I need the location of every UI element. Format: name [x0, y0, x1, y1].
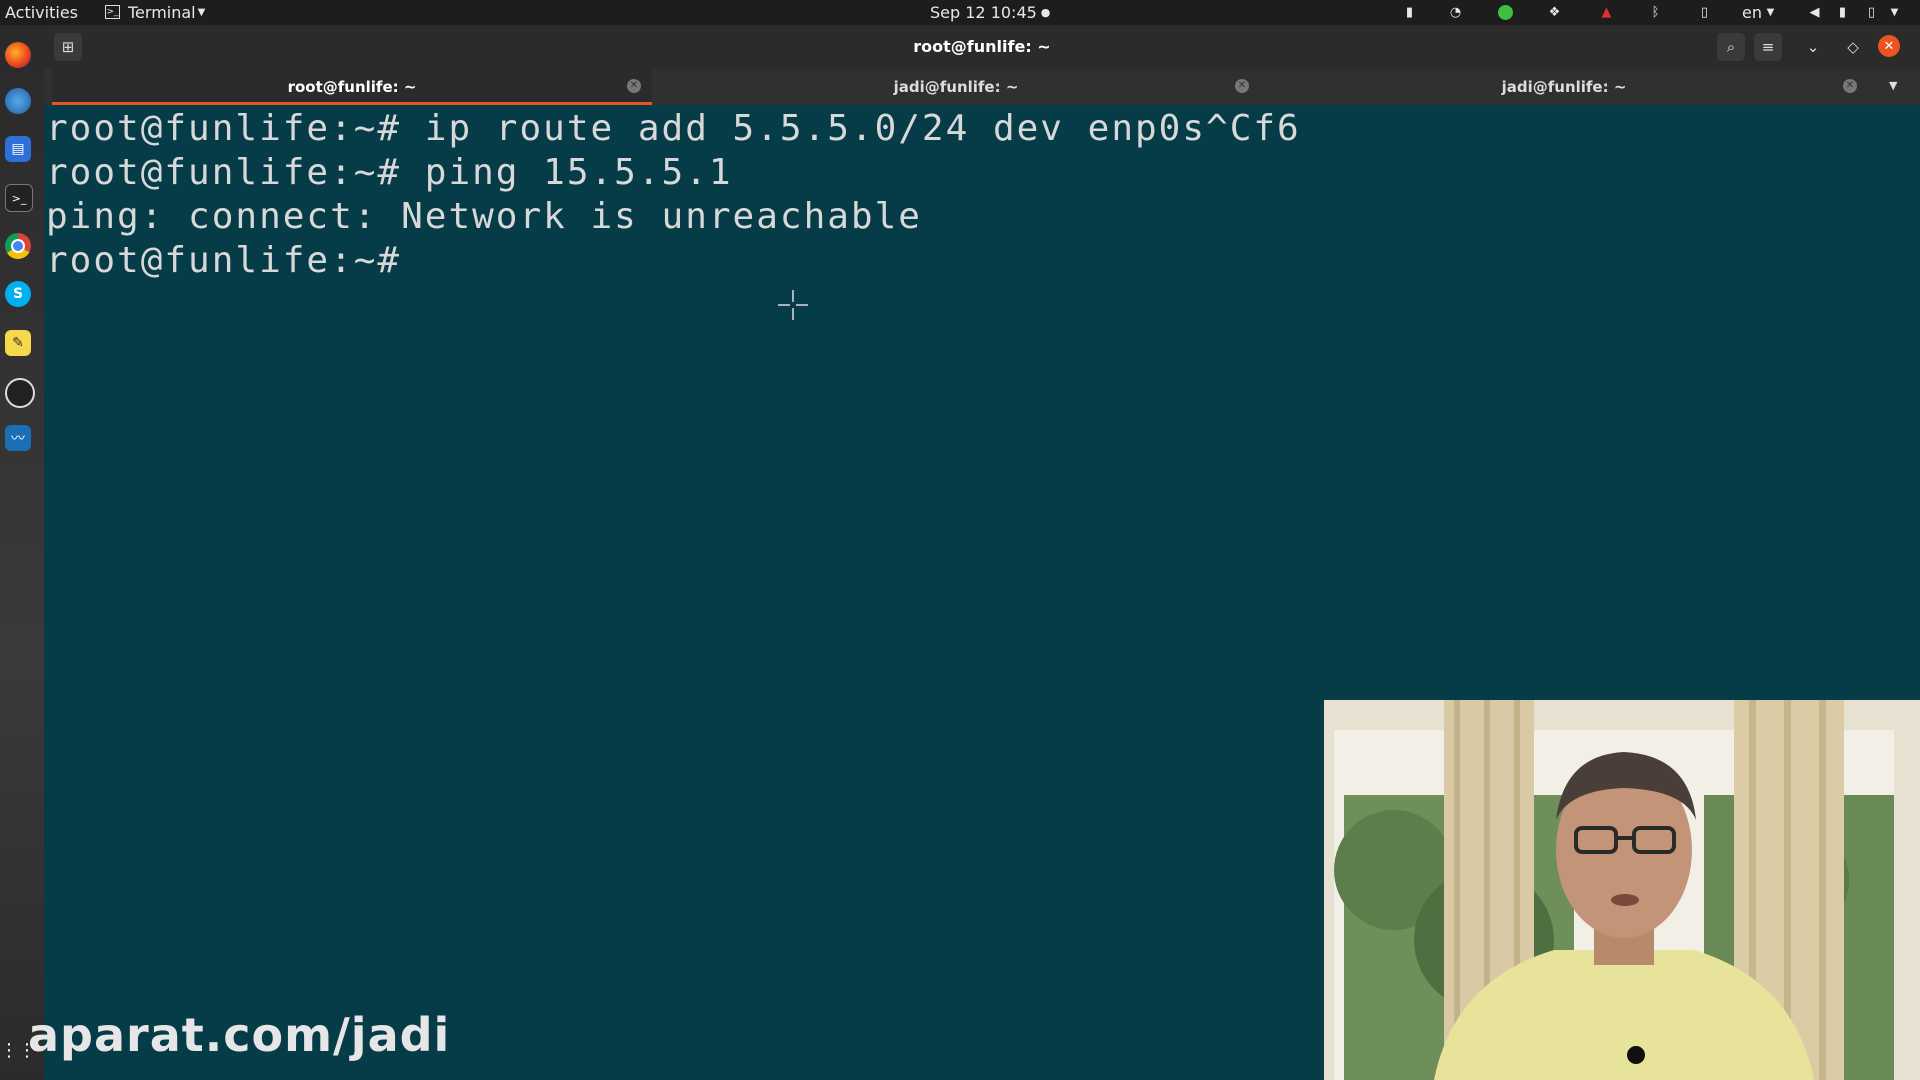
- firefox-icon[interactable]: [5, 42, 31, 68]
- tabs-dropdown-icon[interactable]: ▼: [1889, 79, 1897, 92]
- language-chevron-icon: ▼: [1766, 7, 1775, 18]
- wireshark-icon[interactable]: 〰: [5, 425, 31, 451]
- terminal-app-icon: >_: [105, 5, 120, 19]
- window-title: root@funlife: ~: [913, 37, 1051, 56]
- text-editor-icon[interactable]: ✎: [5, 330, 31, 356]
- system-menu-chevron-icon[interactable]: ▼: [1886, 4, 1903, 21]
- microphone-icon[interactable]: ▮: [1834, 4, 1851, 21]
- network-indicator-icon[interactable]: ▲: [1598, 4, 1615, 21]
- chevron-down-icon: ▼: [197, 7, 206, 18]
- thunderbird-icon[interactable]: [5, 88, 31, 114]
- tab-close-icon[interactable]: ✕: [1235, 79, 1249, 93]
- search-icon[interactable]: ⌕: [1717, 33, 1745, 61]
- volume-icon[interactable]: ◀: [1806, 4, 1823, 21]
- terminal-line: root@funlife:~#: [46, 240, 402, 281]
- dock: ▤ >_ S ✎ 〰 ⋮⋮: [0, 25, 44, 1080]
- notification-dot-icon: ●: [1040, 6, 1051, 19]
- terminal-line: ping: connect: Network is unreachable: [46, 196, 922, 237]
- close-icon[interactable]: ✕: [1878, 35, 1900, 57]
- tab-jadi-1[interactable]: jadi@funlife: ~ ✕: [652, 69, 1260, 105]
- chrome-icon[interactable]: [5, 233, 31, 259]
- terminal-line: root@funlife:~# ping 15.5.5.1: [46, 152, 733, 193]
- green-status-icon[interactable]: [1497, 4, 1514, 21]
- maximize-icon[interactable]: ◇: [1839, 33, 1867, 61]
- battery-icon[interactable]: ▯: [1863, 4, 1880, 21]
- tab-label: jadi@funlife: ~: [893, 78, 1019, 96]
- obs-icon[interactable]: [5, 378, 35, 408]
- bluetooth-icon[interactable]: ᛒ: [1647, 4, 1664, 21]
- window-header-bar: ⊞ root@funlife: ~ ⌕ ≡ ⌄ ◇ ✕: [44, 25, 1920, 69]
- tab-label: root@funlife: ~: [287, 78, 417, 96]
- terminal-icon[interactable]: >_: [5, 184, 33, 212]
- keyboard-icon[interactable]: ▯: [1696, 4, 1713, 21]
- minimize-chevron-icon[interactable]: ⌄: [1799, 33, 1827, 61]
- top-bar: Activities >_ Terminal ▼ Sep 12 10:45 ● …: [0, 0, 1920, 25]
- skype-icon[interactable]: S: [5, 281, 31, 307]
- crosshair-cursor-icon: [778, 290, 808, 320]
- presenter-video: [1324, 700, 1920, 1080]
- tab-close-icon[interactable]: ✕: [1843, 79, 1857, 93]
- language-indicator[interactable]: en: [1742, 3, 1762, 22]
- tab-jadi-2[interactable]: jadi@funlife: ~ ✕: [1260, 69, 1868, 105]
- clock[interactable]: Sep 12 10:45: [930, 3, 1037, 22]
- clipboard-icon[interactable]: ▮: [1401, 4, 1418, 21]
- activities-button[interactable]: Activities: [5, 3, 78, 22]
- tab-label: jadi@funlife: ~: [1501, 78, 1627, 96]
- timeshift-icon[interactable]: ◔: [1447, 4, 1464, 21]
- app-menu-terminal[interactable]: Terminal: [128, 3, 196, 22]
- tab-bar: root@funlife: ~ ✕ jadi@funlife: ~ ✕ jadi…: [44, 69, 1920, 105]
- webcam-overlay: [1324, 700, 1920, 1080]
- terminal-line: root@funlife:~# ip route add 5.5.5.0/24 …: [46, 108, 1301, 149]
- tab-root[interactable]: root@funlife: ~ ✕: [52, 69, 652, 105]
- files-icon[interactable]: ▤: [5, 136, 31, 162]
- watermark: aparat.com/jadi: [28, 1008, 451, 1062]
- dropbox-icon[interactable]: ❖: [1546, 4, 1563, 21]
- hamburger-menu-icon[interactable]: ≡: [1754, 33, 1782, 61]
- tab-close-icon[interactable]: ✕: [627, 79, 641, 93]
